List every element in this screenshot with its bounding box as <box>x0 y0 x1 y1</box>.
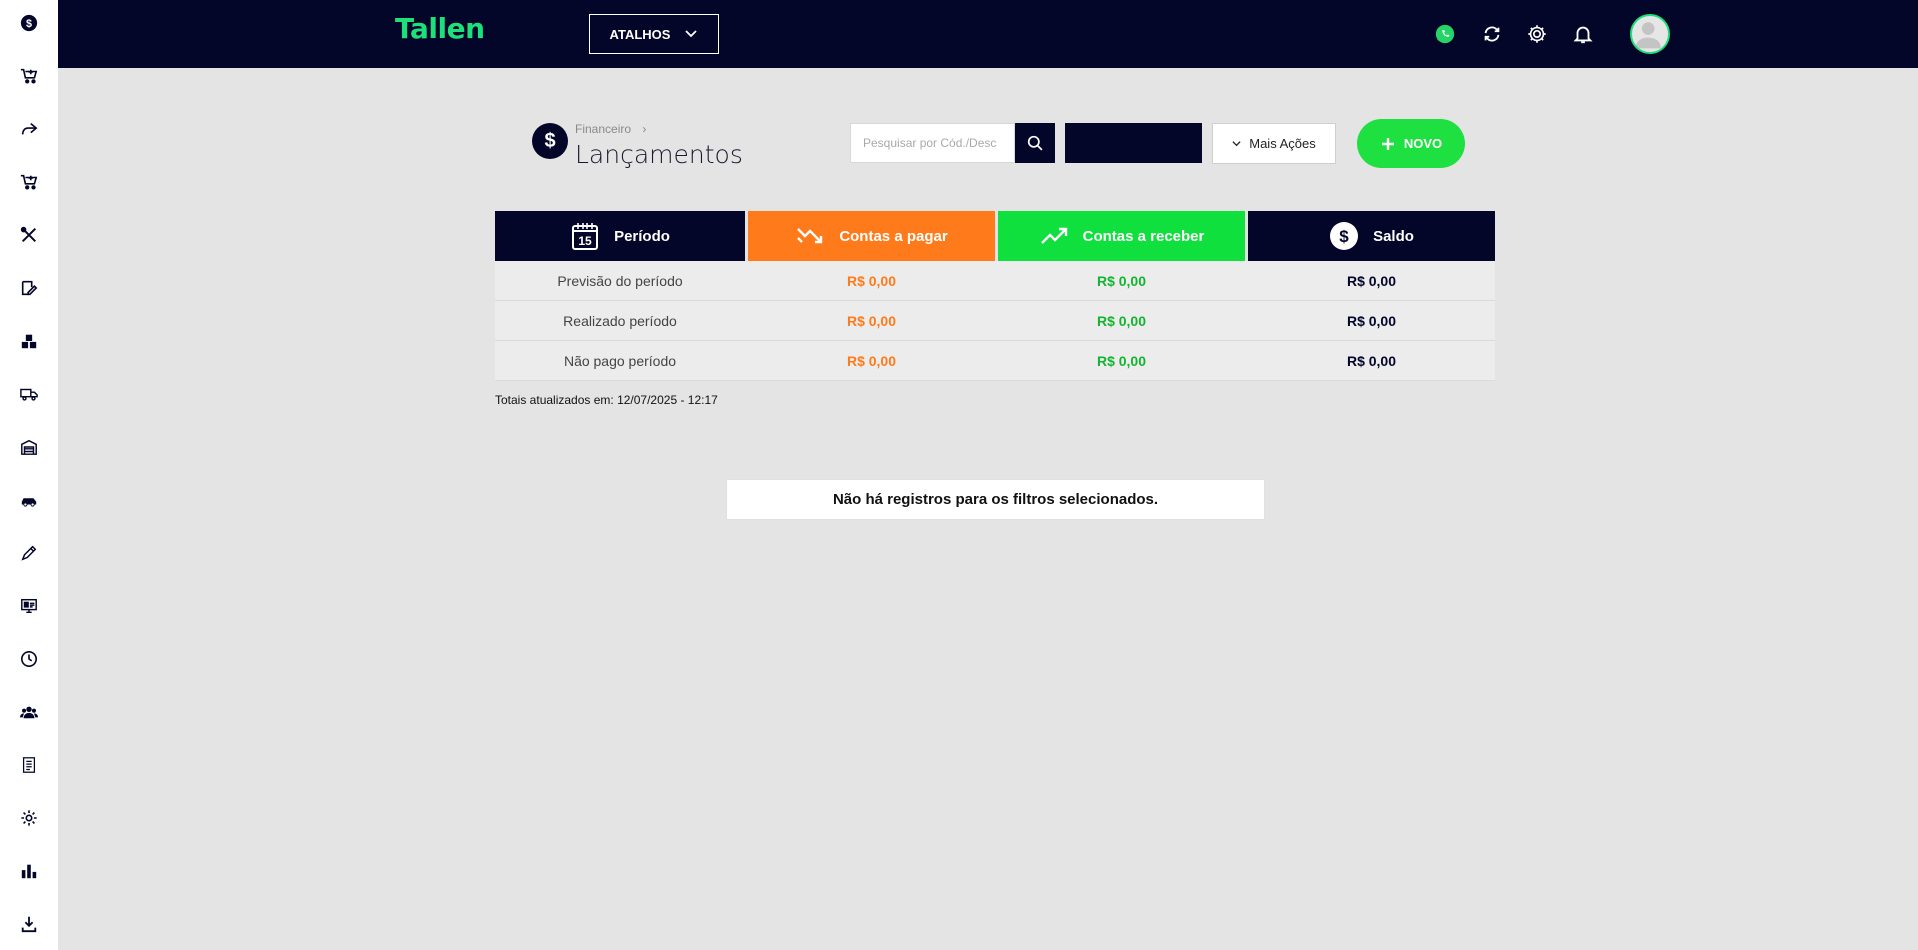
sidebar: $ <box>0 0 58 950</box>
search-button[interactable] <box>1015 123 1055 163</box>
search-input[interactable] <box>851 124 1014 162</box>
period-filter-button[interactable] <box>1065 123 1202 163</box>
truck-icon[interactable] <box>19 384 39 404</box>
bar-chart-icon[interactable] <box>19 861 39 881</box>
page-title: Lançamentos <box>575 140 743 169</box>
novo-label: NOVO <box>1403 136 1443 151</box>
trend-down-icon <box>797 228 823 244</box>
value-saldo: R$ 0,00 <box>1346 353 1397 369</box>
header-periodo[interactable]: 15 Período <box>495 211 745 261</box>
empty-state-message: Não há registros para os filtros selecio… <box>726 479 1265 520</box>
svg-text:$: $ <box>1339 227 1349 246</box>
header-saldo-label: Saldo <box>1373 227 1414 245</box>
cart-add-icon[interactable] <box>19 66 39 86</box>
trend-up-icon <box>1040 227 1067 244</box>
pencil-icon[interactable] <box>19 543 39 563</box>
header-contas-pagar-label: Contas a pagar <box>839 227 948 245</box>
calendar-icon: 15 <box>572 223 599 250</box>
boxes-icon[interactable] <box>19 331 39 351</box>
bell-icon[interactable] <box>1571 22 1595 46</box>
header-contas-receber[interactable]: Contas a receber <box>998 211 1245 261</box>
warehouse-icon[interactable] <box>19 437 39 457</box>
value-pagar: R$ 0,00 <box>846 273 897 289</box>
breadcrumb-separator: › <box>642 122 647 136</box>
refresh-icon[interactable] <box>1480 22 1504 46</box>
value-saldo: R$ 0,00 <box>1346 273 1397 289</box>
chevron-down-icon <box>1232 141 1241 147</box>
dollar-icon[interactable]: $ <box>19 13 39 33</box>
gear-icon[interactable] <box>1525 22 1549 46</box>
header-contas-receber-label: Contas a receber <box>1082 227 1205 245</box>
value-pagar: R$ 0,00 <box>846 313 897 329</box>
financeiro-icon: $ <box>532 123 568 159</box>
atalhos-label: ATALHOS <box>609 26 671 42</box>
table-row: Previsão do período R$ 0,00 R$ 0,00 R$ 0… <box>495 261 1495 301</box>
breadcrumb-financeiro[interactable]: Financeiro <box>575 122 631 136</box>
header-saldo[interactable]: $ Saldo <box>1248 211 1495 261</box>
whatsapp-icon[interactable] <box>1433 22 1457 46</box>
row-label: Previsão do período <box>557 273 683 289</box>
download-icon[interactable] <box>19 914 39 934</box>
share-arrow-icon[interactable] <box>19 119 39 139</box>
header-periodo-label: Período <box>614 227 670 245</box>
edit-note-icon[interactable] <box>19 278 39 298</box>
plus-icon <box>1381 137 1394 150</box>
mais-acoes-label: Mais Ações <box>1249 136 1316 151</box>
clock-icon[interactable] <box>19 649 39 669</box>
value-receber: R$ 0,00 <box>1096 353 1147 369</box>
search-field[interactable] <box>850 123 1015 163</box>
value-pagar: R$ 0,00 <box>846 353 897 369</box>
svg-text:$: $ <box>26 18 32 30</box>
novo-button[interactable]: NOVO <box>1357 119 1465 168</box>
table-row: Não pago período R$ 0,00 R$ 0,00 R$ 0,00 <box>495 341 1495 381</box>
tools-icon[interactable] <box>19 225 39 245</box>
header-contas-pagar[interactable]: Contas a pagar <box>748 211 995 261</box>
app-logo[interactable]: Tallen <box>395 12 485 45</box>
users-icon[interactable] <box>19 702 39 722</box>
avatar[interactable] <box>1630 14 1670 54</box>
mais-acoes-button[interactable]: Mais Ações <box>1212 123 1336 164</box>
monitor-icon[interactable] <box>19 596 39 616</box>
chevron-down-icon <box>685 30 698 38</box>
value-receber: R$ 0,00 <box>1096 273 1147 289</box>
row-label: Não pago período <box>563 353 677 369</box>
row-label: Realizado período <box>563 313 677 329</box>
settings-icon[interactable] <box>19 808 39 828</box>
totals-updated-text: Totais atualizados em: 12/07/2025 - 12:1… <box>495 393 718 407</box>
search-icon <box>1027 135 1042 150</box>
value-receber: R$ 0,00 <box>1096 313 1147 329</box>
topbar: Tallen ATALHOS <box>58 0 1918 68</box>
document-icon[interactable] <box>19 755 39 775</box>
car-icon[interactable] <box>19 490 39 510</box>
value-saldo: R$ 0,00 <box>1346 313 1397 329</box>
breadcrumb[interactable]: Financeiro › <box>575 122 646 136</box>
cart-add-icon[interactable] <box>19 172 39 192</box>
dollar-circle-icon: $ <box>1330 222 1359 250</box>
atalhos-button[interactable]: ATALHOS <box>589 14 719 54</box>
calendar-day: 15 <box>578 234 592 248</box>
table-row: Realizado período R$ 0,00 R$ 0,00 R$ 0,0… <box>495 301 1495 341</box>
